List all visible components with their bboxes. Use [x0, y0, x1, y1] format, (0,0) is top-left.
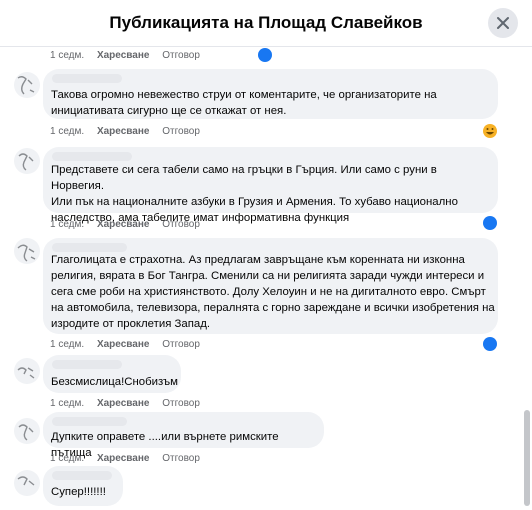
comment-text: Представете си сега табели само на гръцк…: [51, 164, 458, 224]
like-button[interactable]: Харесване: [97, 453, 150, 464]
avatar[interactable]: [14, 238, 40, 264]
like-reaction-icon[interactable]: [483, 337, 497, 351]
comment-actions: 1 седм. Харесване Отговор: [50, 50, 210, 61]
comment-text: Супер!!!!!!!: [51, 486, 106, 498]
reply-button[interactable]: Отговор: [162, 50, 200, 61]
comment-time[interactable]: 1 седм.: [50, 339, 84, 350]
comment-actions: 1 седм. Харесване Отговор: [50, 339, 210, 350]
avatar[interactable]: [14, 72, 40, 98]
comment-text: Безсмислица!Снобизъм: [51, 376, 178, 388]
comment-time[interactable]: 1 седм.: [50, 50, 84, 61]
comment-actions: 1 седм. Харесване Отговор: [50, 126, 210, 137]
comments-dialog: Публикацията на Площад Славейков 1 седм.…: [0, 0, 532, 510]
reply-button[interactable]: Отговор: [162, 339, 200, 350]
comment-time[interactable]: 1 седм.: [50, 398, 84, 409]
like-button[interactable]: Харесване: [97, 50, 150, 61]
like-button[interactable]: Харесване: [97, 126, 150, 137]
comment-text: Глаголицата е страхотна. Аз предлагам за…: [51, 254, 495, 330]
comment-time[interactable]: 1 седм.: [50, 126, 84, 137]
like-button[interactable]: Харесване: [97, 219, 150, 230]
avatar[interactable]: [14, 470, 40, 496]
comment-author[interactable]: [52, 243, 127, 252]
comment-author[interactable]: [52, 74, 122, 83]
scrollbar[interactable]: [524, 48, 530, 506]
dialog-header: Публикацията на Площад Славейков: [0, 0, 532, 47]
like-button[interactable]: Харесване: [97, 339, 150, 350]
comment-time[interactable]: 1 седм.: [50, 453, 84, 464]
like-reaction-icon[interactable]: [258, 48, 272, 62]
comment-text: Такова огромно невежество струи от комен…: [51, 89, 437, 117]
like-reaction-icon[interactable]: [483, 216, 497, 230]
comment-time[interactable]: 1 седм.: [50, 219, 84, 230]
scrollbar-thumb[interactable]: [524, 410, 530, 506]
avatar[interactable]: [14, 418, 40, 444]
comment-author[interactable]: [52, 471, 112, 480]
reply-button[interactable]: Отговор: [162, 219, 200, 230]
reply-button[interactable]: Отговор: [162, 453, 200, 464]
reply-button[interactable]: Отговор: [162, 126, 200, 137]
reply-button[interactable]: Отговор: [162, 398, 200, 409]
dialog-title: Публикацията на Площад Славейков: [109, 13, 423, 32]
haha-reaction-icon[interactable]: [483, 124, 497, 138]
comment-author[interactable]: [52, 152, 132, 161]
comment-actions: 1 седм. Харесване Отговор: [50, 219, 210, 230]
close-button[interactable]: [488, 8, 518, 38]
comment-actions: 1 седм. Харесване Отговор: [50, 453, 210, 464]
like-button[interactable]: Харесване: [97, 398, 150, 409]
comment-author[interactable]: [52, 360, 122, 369]
comment-actions: 1 седм. Харесване Отговор: [50, 398, 210, 409]
comment-author[interactable]: [52, 417, 127, 426]
close-icon: [497, 17, 509, 29]
avatar[interactable]: [14, 358, 40, 384]
avatar[interactable]: [14, 148, 40, 174]
